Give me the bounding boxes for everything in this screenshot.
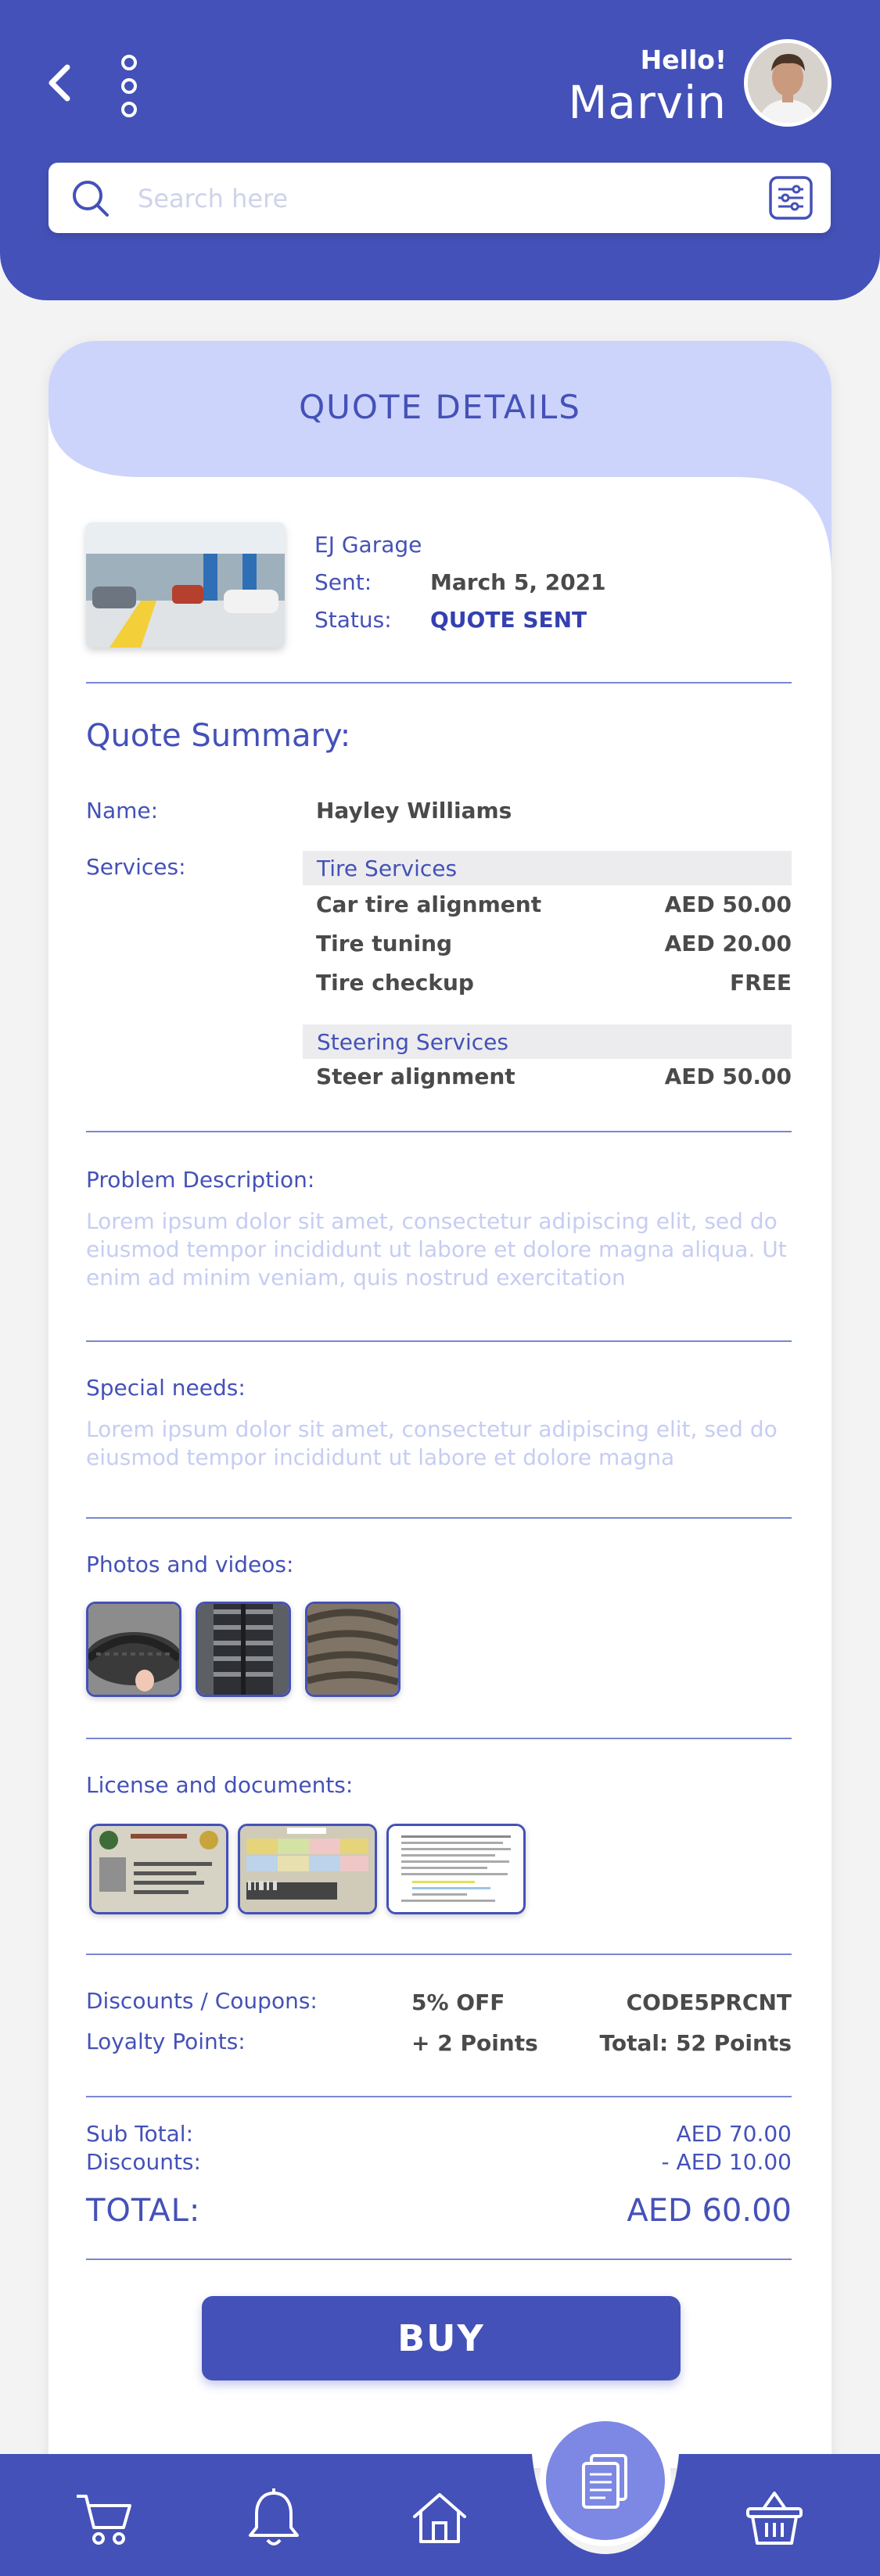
basket-icon[interactable] [743, 2487, 806, 2549]
service-item-label: Tire checkup [316, 970, 474, 996]
problem-label: Problem Description: [86, 1167, 315, 1193]
loyalty-label: Loyalty Points: [86, 2029, 246, 2054]
service-group-name: Steering Services [317, 1029, 508, 1055]
avatar-photo [748, 43, 828, 123]
subtotal-value: AED 70.00 [676, 2121, 792, 2147]
loyalty-earned: + 2 Points [411, 2030, 538, 2056]
home-icon[interactable] [408, 2487, 471, 2549]
service-group-header: Steering Services [303, 1024, 792, 1059]
bell-icon[interactable] [242, 2487, 305, 2549]
service-item-label: Steer alignment [316, 1064, 515, 1089]
service-item-price: AED 50.00 [664, 1064, 792, 1089]
service-item-price: FREE [730, 970, 792, 996]
total-label: TOTAL: [86, 2193, 201, 2229]
greeting-block: Hello! Marvin [568, 44, 727, 128]
documents-label: License and documents: [86, 1772, 354, 1798]
service-group-header: Tire Services [303, 851, 792, 885]
page-title: QUOTE DETAILS [299, 388, 581, 426]
more-vertical-icon[interactable] [117, 53, 141, 119]
service-item-price: AED 20.00 [664, 931, 792, 956]
garage-name: EJ Garage [314, 532, 422, 558]
service-item-label: Car tire alignment [316, 892, 542, 917]
quote-card: QUOTE DETAILS EJ Garage Sent: March 5, 2… [48, 341, 832, 2468]
discount-value: 5% OFF [411, 1989, 505, 2015]
search-icon [73, 181, 109, 217]
photo-thumbnail[interactable] [305, 1602, 400, 1697]
search-input[interactable] [136, 177, 734, 221]
document-page-thumbnail[interactable] [386, 1824, 526, 1914]
special-needs-text: Lorem ipsum dolor sit amet, consectetur … [86, 1416, 778, 1470]
sent-date: March 5, 2021 [430, 569, 606, 595]
name-label: Name: [86, 798, 159, 823]
quote-document-icon [582, 2454, 627, 2509]
divider [86, 2258, 792, 2260]
discounts-row-value: - AED 10.00 [661, 2149, 792, 2175]
app-header: Hello! Marvin [0, 0, 880, 300]
divider [86, 1954, 792, 1955]
quote-fab-button[interactable] [540, 2415, 671, 2546]
services-label: Services: [86, 854, 186, 880]
divider [86, 2096, 792, 2097]
photo-thumbnail[interactable] [196, 1602, 291, 1697]
discounts-row-label: Discounts: [86, 2149, 201, 2175]
divider [86, 1517, 792, 1519]
service-item-price: AED 50.00 [664, 892, 792, 917]
divider [86, 682, 792, 683]
greeting-text: Hello! [640, 45, 727, 75]
discounts-label: Discounts / Coupons: [86, 1988, 318, 2014]
special-needs-label: Special needs: [86, 1375, 246, 1401]
problem-description: Lorem ipsum dolor sit amet, consectetur … [86, 1208, 787, 1290]
status-label: Status: [314, 607, 392, 633]
subtotal-label: Sub Total: [86, 2121, 194, 2147]
status-badge: QUOTE SENT [430, 607, 587, 633]
photo-thumbnail[interactable] [86, 1602, 181, 1697]
sent-label: Sent: [314, 569, 372, 595]
garage-photo [86, 522, 285, 648]
buy-button[interactable]: BUY [202, 2296, 681, 2380]
photos-label: Photos and videos: [86, 1552, 294, 1577]
back-arrow-icon[interactable] [41, 59, 80, 106]
service-item-label: Tire tuning [316, 931, 453, 956]
divider [86, 1131, 792, 1132]
license-card-thumbnail[interactable] [89, 1824, 228, 1914]
summary-title: Quote Summary: [86, 718, 351, 754]
divider [86, 1738, 792, 1739]
avatar[interactable] [744, 39, 832, 127]
user-name: Marvin [568, 76, 727, 129]
total-value: AED 60.00 [627, 2193, 792, 2229]
coupon-code: CODE5PRCNT [626, 1989, 792, 2015]
service-group-name: Tire Services [317, 856, 458, 881]
loyalty-total: Total: 52 Points [599, 2030, 792, 2056]
divider [86, 1340, 792, 1342]
registration-card-thumbnail[interactable] [238, 1824, 377, 1914]
customer-name: Hayley Williams [316, 798, 512, 823]
search-bar [48, 163, 831, 233]
filter-sliders-icon[interactable] [768, 175, 814, 221]
cart-icon[interactable] [72, 2487, 135, 2549]
